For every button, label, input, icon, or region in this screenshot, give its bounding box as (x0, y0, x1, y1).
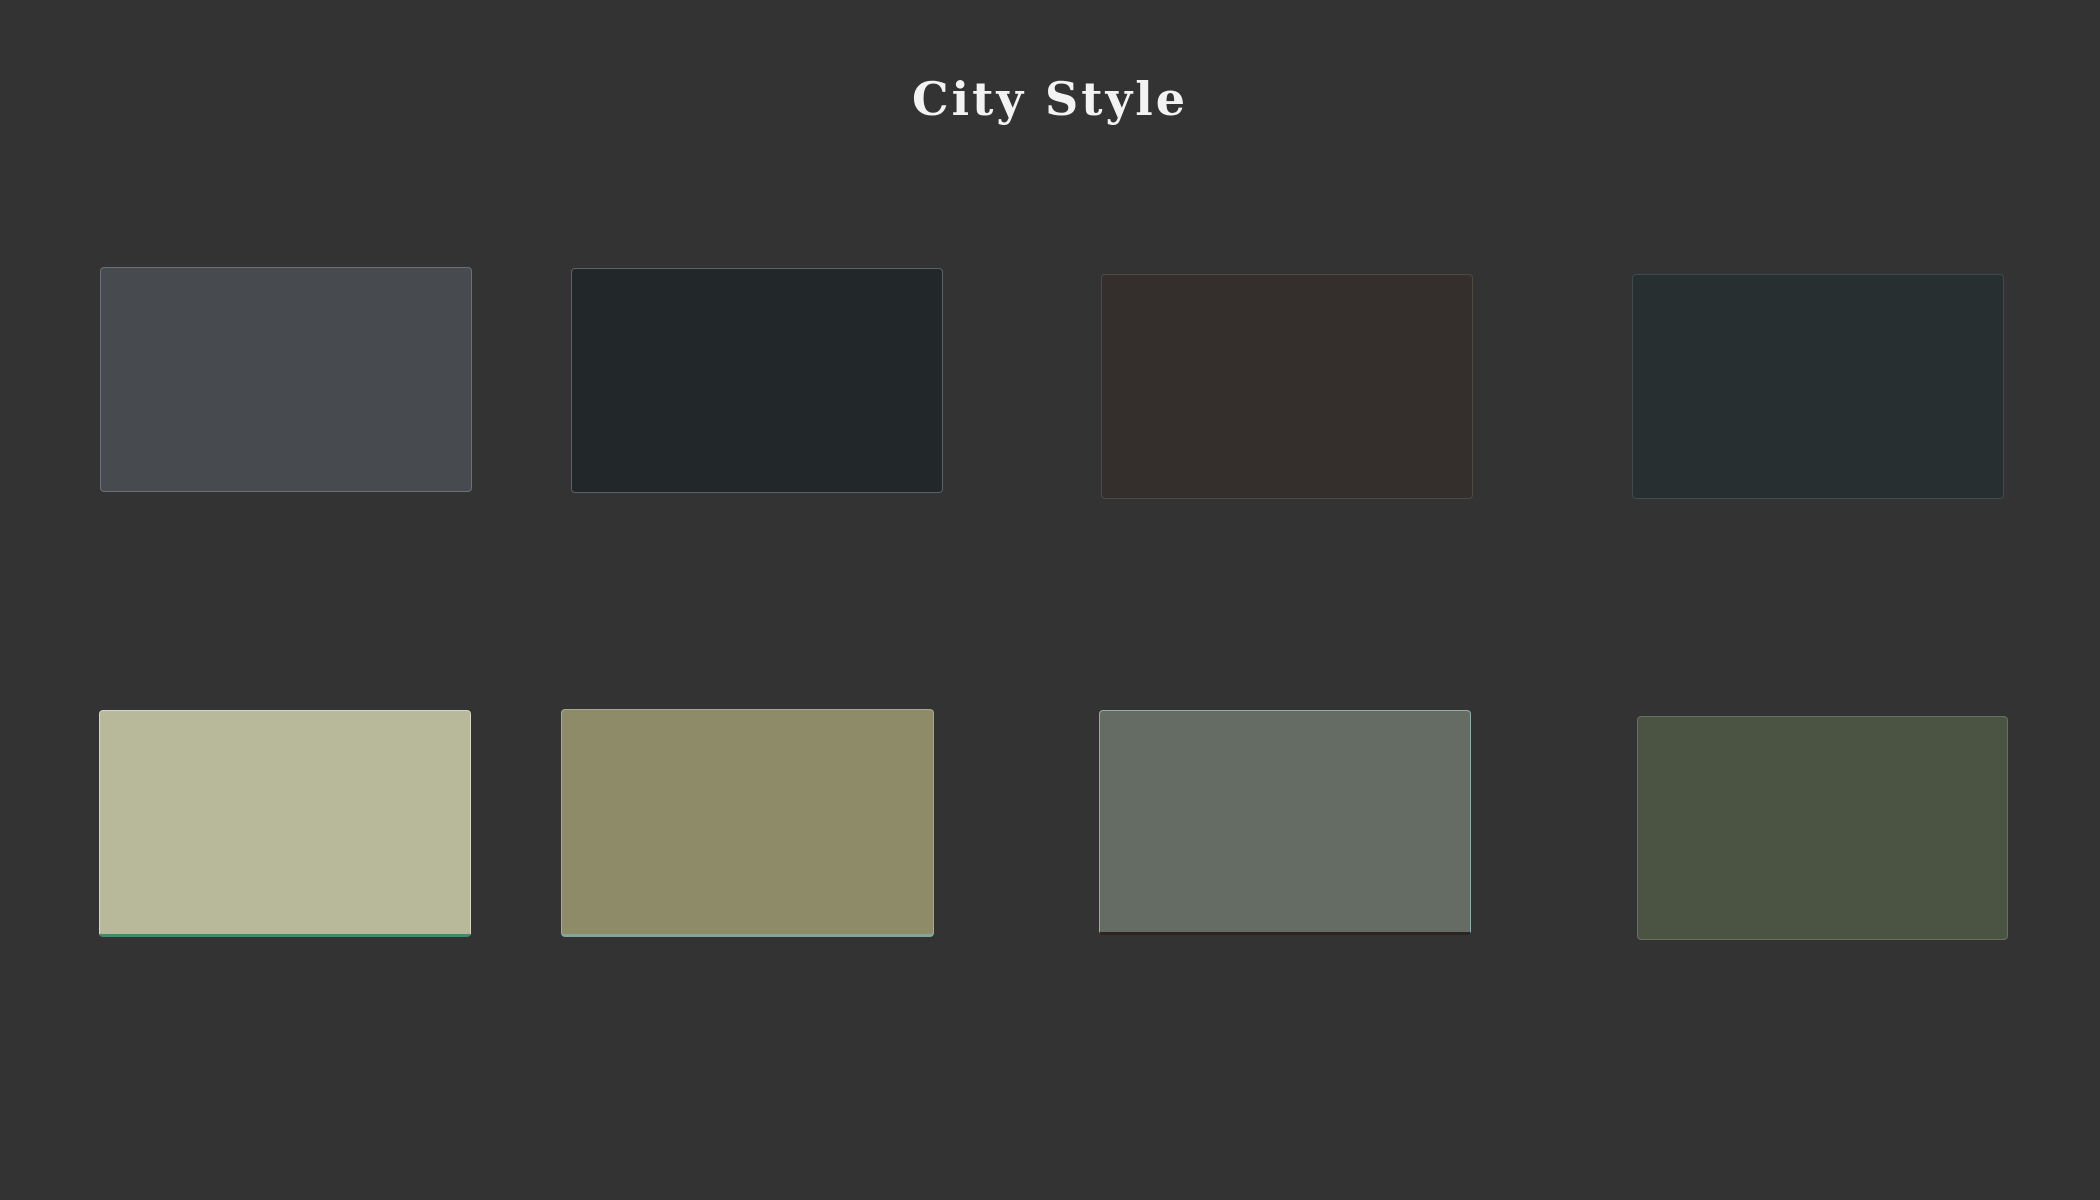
color-swatch (1101, 274, 1473, 499)
color-swatch (1099, 710, 1471, 935)
page-title: City Style (911, 72, 1188, 126)
color-swatch (100, 267, 472, 492)
color-swatch (1632, 274, 2004, 499)
color-swatch (571, 268, 943, 493)
color-swatch (561, 709, 934, 937)
color-swatch (99, 710, 471, 937)
color-swatch (1637, 716, 2008, 940)
